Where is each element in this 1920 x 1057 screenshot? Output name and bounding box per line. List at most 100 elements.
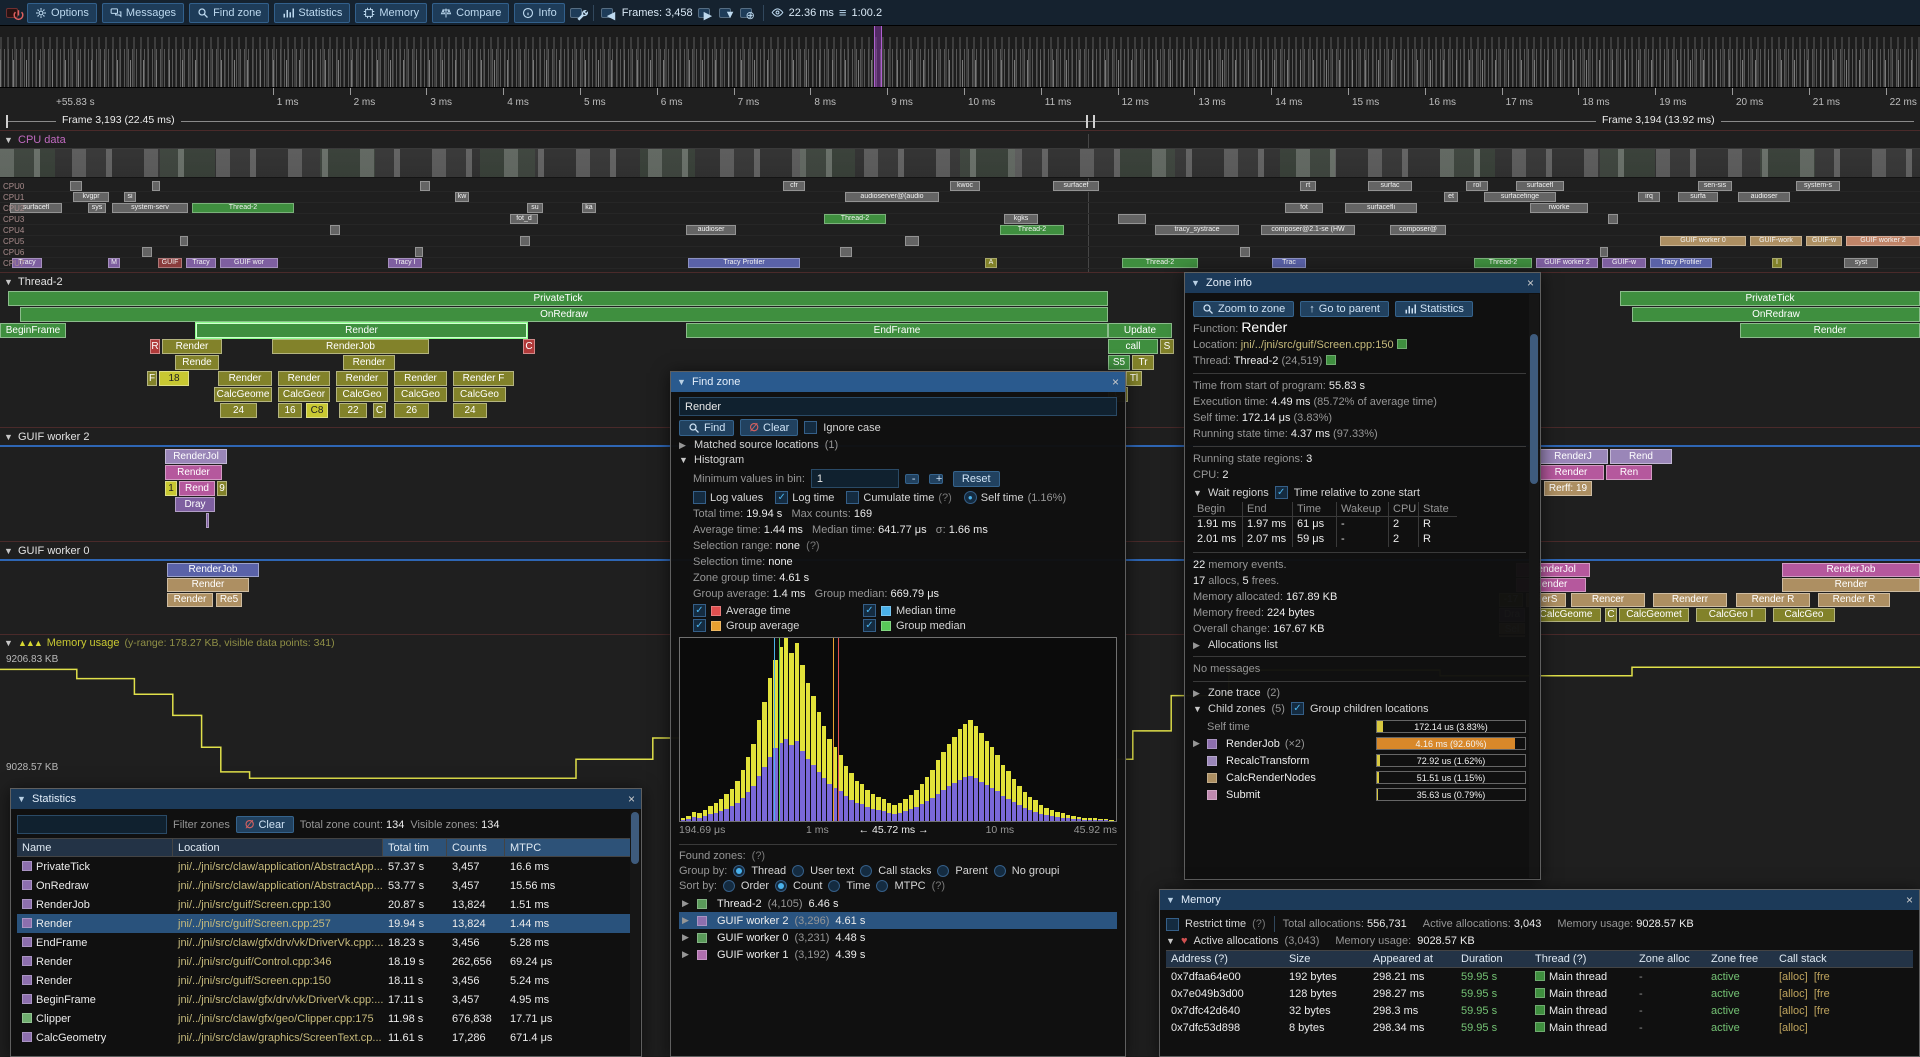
- cpu-zone-kgks[interactable]: kgks: [1004, 214, 1038, 224]
- zone-16[interactable]: 16: [278, 403, 302, 418]
- allocation-address[interactable]: 0x7e049b3d00: [1166, 988, 1284, 1000]
- allocation-address[interactable]: 0x7dfc42d640: [1166, 1005, 1284, 1017]
- cpu-zone[interactable]: [1600, 247, 1608, 257]
- scrollbar-thumb[interactable]: [1530, 334, 1538, 484]
- zone-render[interactable]: Render: [1782, 578, 1920, 592]
- zone-privatetick[interactable]: PrivateTick: [1620, 291, 1920, 306]
- column-header-name[interactable]: Name: [17, 839, 173, 856]
- expand-icon[interactable]: ▶: [682, 949, 691, 960]
- allocation-row[interactable]: 0x7dfaa64e00192 bytes298.21 ms59.95 sMai…: [1166, 968, 1913, 985]
- log-values-checkbox[interactable]: [693, 491, 706, 504]
- zone-calcgeo-i[interactable]: CalcGeo I: [1696, 608, 1766, 622]
- column-header-total-tim[interactable]: Total tim: [383, 839, 447, 856]
- zone-24[interactable]: 24: [453, 403, 487, 418]
- zone-update[interactable]: Update: [1108, 323, 1172, 338]
- statistics-row[interactable]: BeginFramejni/../jni/src/claw/gfx/drv/vk…: [17, 990, 635, 1009]
- column-header-mtpc[interactable]: MTPC: [505, 839, 635, 856]
- collapse-icon[interactable]: ▼: [1166, 895, 1175, 905]
- zone-ren[interactable]: Ren: [1606, 465, 1652, 480]
- column-header-address[interactable]: Address (?): [1166, 953, 1284, 965]
- collapse-icon[interactable]: ▼: [1166, 936, 1175, 946]
- find-zone-histogram[interactable]: [679, 637, 1117, 822]
- cpu-zone-tracy-profiler[interactable]: Tracy Profiler: [688, 258, 800, 268]
- expand-icon[interactable]: ▶: [1193, 640, 1202, 651]
- call-stack-links[interactable]: [alloc] [fre: [1774, 988, 1913, 1000]
- zone-render[interactable]: Render: [218, 371, 272, 386]
- zone-r[interactable]: R: [150, 339, 160, 354]
- collapse-icon[interactable]: ▼: [4, 432, 13, 442]
- cpu-zone-audioser[interactable]: audioser: [686, 225, 736, 235]
- cpu-zone[interactable]: [152, 181, 160, 191]
- collapse-icon[interactable]: ▼: [1193, 488, 1202, 498]
- expand-icon[interactable]: ▶: [679, 440, 688, 451]
- statistics-row[interactable]: Clipperjni/../jni/src/claw/gfx/geo/Clipp…: [17, 1009, 635, 1028]
- cpu-zone-cfr[interactable]: cfr: [783, 181, 805, 191]
- self-time-checkbox[interactable]: ●: [964, 491, 977, 504]
- zone-render[interactable]: Render: [167, 593, 213, 607]
- cpu-zone-thread-2[interactable]: Thread-2: [1474, 258, 1532, 268]
- help-hint[interactable]: (?): [1252, 918, 1265, 930]
- cpu-zone-rworke[interactable]: rworke: [1530, 203, 1588, 213]
- memory-button[interactable]: Memory: [355, 3, 427, 23]
- collapse-icon[interactable]: ▼: [4, 135, 13, 145]
- increment-button[interactable]: +: [929, 474, 943, 484]
- zone-1[interactable]: 1: [165, 481, 177, 496]
- column-header-duration[interactable]: Duration: [1456, 953, 1530, 965]
- cpu-zone-rt[interactable]: rt: [1300, 181, 1316, 191]
- location-value[interactable]: jni/../jni/src/guif/Screen.cpp:150: [1241, 339, 1394, 351]
- next-frame-button[interactable]: ▶: [698, 8, 710, 18]
- allocation-appeared[interactable]: 298.27 ms: [1368, 988, 1456, 1000]
- call-stack-links[interactable]: [alloc]: [1774, 1022, 1913, 1034]
- cpu-zone-fot[interactable]: fot: [1285, 203, 1323, 213]
- collapse-icon[interactable]: ▼: [1193, 704, 1202, 714]
- close-icon[interactable]: ×: [1906, 894, 1913, 906]
- clear-filter-button[interactable]: ∅Clear: [236, 816, 294, 833]
- statistics-row[interactable]: OnRedrawjni/../jni/src/claw/application/…: [17, 876, 635, 895]
- cpu-zone-trac[interactable]: Trac: [1272, 258, 1306, 268]
- cpu-zone-composer-2-1-se-hw[interactable]: composer@2.1-se (HW: [1261, 225, 1355, 235]
- column-header-thread[interactable]: Thread (?): [1530, 953, 1634, 965]
- cpu-zone-guif-worker-0[interactable]: GUIF worker 0: [1660, 236, 1746, 246]
- thread-radio[interactable]: [733, 865, 745, 877]
- cpu-zone-guif-work[interactable]: GUIF-work: [1750, 236, 1802, 246]
- cpu-zone-tracy-systrace[interactable]: tracy_systrace: [1155, 225, 1239, 235]
- find-button[interactable]: Find: [679, 420, 734, 436]
- matched-source-locations-label[interactable]: Matched source locations: [694, 439, 819, 451]
- child-zone-row-recalctransform[interactable]: RecalcTransform72.92 us (1.62%): [1193, 752, 1526, 769]
- cpu-zone-thread-2[interactable]: Thread-2: [1122, 258, 1198, 268]
- group-children-checkbox[interactable]: ✓: [1291, 702, 1304, 715]
- collapse-icon[interactable]: ▼: [4, 638, 13, 648]
- find-zone-titlebar[interactable]: ▼ Find zone ×: [671, 372, 1125, 392]
- zone-rend[interactable]: Rend: [1610, 449, 1672, 464]
- frame-label[interactable]: Frame 3,194 (13.92 ms): [1596, 114, 1721, 126]
- cpu-zone-system-serv[interactable]: system-serv: [112, 203, 188, 213]
- zone-render[interactable]: Render: [336, 371, 388, 386]
- cpu-zone-syst[interactable]: syst: [1844, 258, 1878, 268]
- cpu-zone-rol[interactable]: rol: [1466, 181, 1488, 191]
- user-text-radio[interactable]: [792, 865, 804, 877]
- cpu-zone-guif-wor[interactable]: GUIF wor: [220, 258, 278, 268]
- group-average-checkbox[interactable]: ✓: [693, 619, 706, 632]
- zone-c[interactable]: C: [1605, 608, 1617, 622]
- cpu-zone[interactable]: [142, 247, 152, 257]
- call-stack-links[interactable]: [alloc] [fre: [1774, 971, 1913, 983]
- allocation-row[interactable]: 0x7e049b3d00128 bytes298.27 ms59.95 sMai…: [1166, 985, 1913, 1002]
- statistics-row[interactable]: PrivateTickjni/../jni/src/claw/applicati…: [17, 857, 635, 876]
- call-stack-links[interactable]: [alloc] [fre: [1774, 1005, 1913, 1017]
- scrollbar[interactable]: [1529, 294, 1539, 878]
- zone-renderjob[interactable]: RenderJob: [272, 339, 429, 354]
- zone-tr[interactable]: Tr: [1132, 355, 1154, 370]
- cumulate-time-checkbox[interactable]: [846, 491, 859, 504]
- zone-renderjob[interactable]: RenderJob: [1782, 563, 1920, 577]
- close-icon[interactable]: ×: [628, 793, 635, 805]
- cpu-zone-surfa[interactable]: surfa: [1678, 192, 1718, 202]
- zone-beginframe[interactable]: BeginFrame: [0, 323, 66, 338]
- zone-calcgeo[interactable]: CalcGeo: [1773, 608, 1835, 622]
- cpu-zone[interactable]: [1118, 214, 1146, 224]
- cpu-zone-si[interactable]: si: [124, 192, 136, 202]
- cpu-zone-system-s[interactable]: system-s: [1796, 181, 1840, 191]
- collapse-icon[interactable]: ▼: [4, 277, 13, 287]
- allocation-appeared[interactable]: 298.3 ms: [1368, 1005, 1456, 1017]
- cpu-zone-guif-w[interactable]: GUIF-w: [1602, 258, 1646, 268]
- allocation-address[interactable]: 0x7dfc53d898: [1166, 1022, 1284, 1034]
